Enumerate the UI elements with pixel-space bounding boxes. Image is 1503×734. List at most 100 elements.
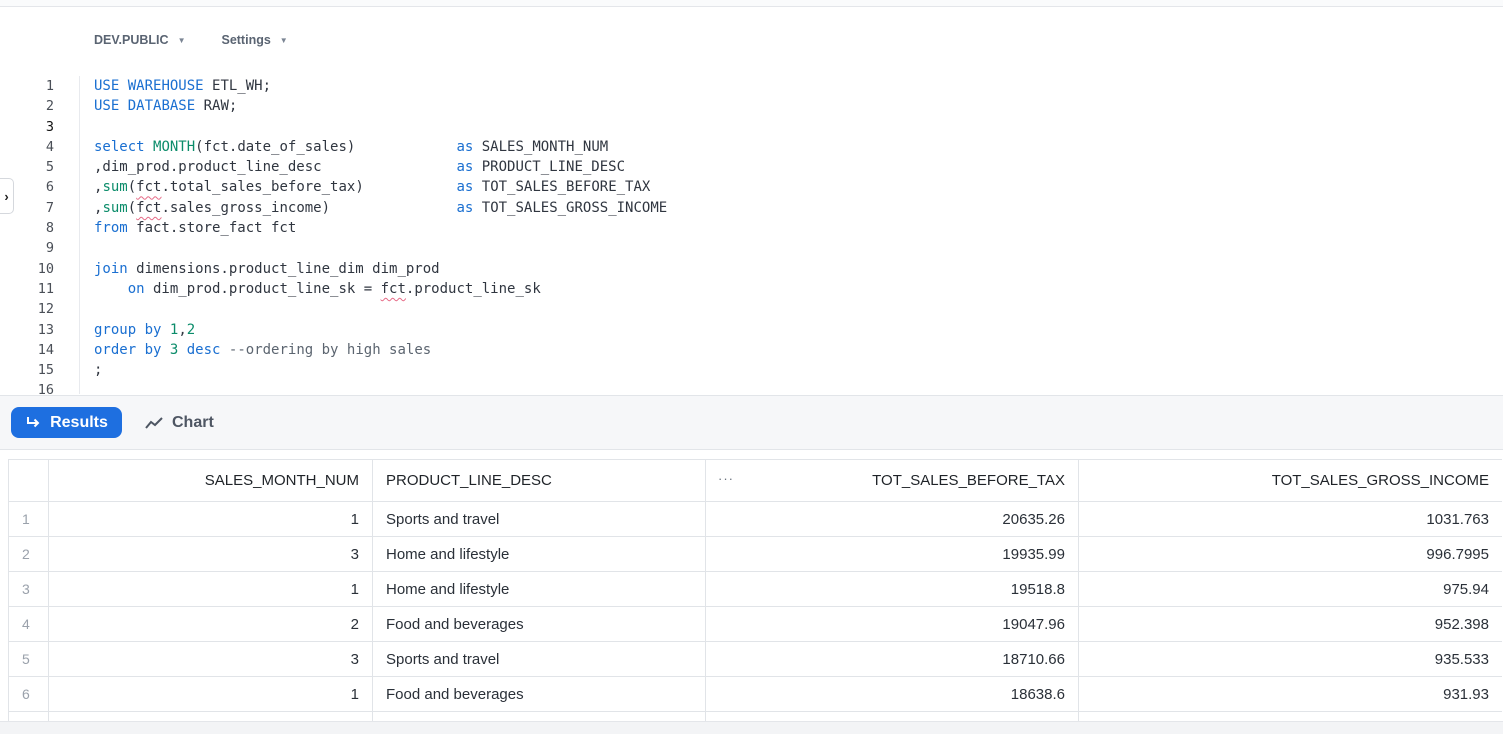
code-token: TOT_SALES_GROSS_INCOME	[473, 199, 668, 216]
chevron-right-icon: ›	[4, 188, 9, 204]
more-options-icon[interactable]: ···	[718, 471, 734, 486]
code-token: fct	[136, 199, 162, 216]
code-token: dim_prod.product_line_sk =	[144, 280, 381, 297]
line-number: 13	[37, 321, 54, 338]
cell-month[interactable]: 1	[48, 501, 373, 537]
cell-before[interactable]: 19518.8	[705, 571, 1079, 607]
code-line[interactable]	[94, 117, 667, 137]
cell-desc[interactable]: Sports and travel	[372, 641, 706, 677]
cell-income[interactable]: 996.7995	[1078, 536, 1502, 572]
cell-month[interactable]: 3	[48, 641, 373, 677]
cell-income[interactable]: 931.93	[1078, 676, 1502, 712]
column-header-sales-month-num[interactable]: SALES_MONTH_NUM	[48, 459, 373, 502]
sql-editor[interactable]: 1 2 3 4 5 6 7 8 9 10 11 12 13 14 15 16 USE WAREHOUSE ET…	[0, 76, 1503, 394]
code-line[interactable]: group by 1,2	[94, 320, 667, 340]
code-token: sum	[102, 179, 128, 196]
line-number: 8	[45, 220, 54, 237]
code-area[interactable]: USE WAREHOUSE ETL_WH; USE DATABASE RAW; s…	[94, 76, 667, 394]
code-line[interactable]	[94, 299, 667, 319]
cell-income[interactable]: 935.533	[1078, 641, 1502, 677]
table-row[interactable]: 2 3 Home and lifestyle 19935.99 996.7995	[8, 536, 1502, 572]
cell-desc[interactable]: Home and lifestyle	[372, 536, 706, 572]
code-token: ,dim_prod.product_line_desc	[94, 159, 457, 176]
row-index-header	[8, 459, 49, 502]
tab-results[interactable]: Results	[11, 407, 122, 438]
code-token: .sales_gross_income)	[161, 199, 457, 216]
settings-label: Settings	[221, 33, 271, 47]
code-token: join	[94, 260, 128, 277]
column-header-tot-sales-before-tax[interactable]: ··· TOT_SALES_BEFORE_TAX	[705, 459, 1079, 502]
cell-before[interactable]: 18710.66	[705, 641, 1079, 677]
column-header-product-line-desc[interactable]: PRODUCT_LINE_DESC	[372, 459, 706, 502]
code-token: PRODUCT_LINE_DESC	[473, 159, 626, 176]
cell-income[interactable]: 1031.763	[1078, 501, 1502, 537]
gutter-divider	[79, 76, 80, 394]
column-header-tot-sales-gross-income[interactable]: TOT_SALES_GROSS_INCOME	[1078, 459, 1502, 502]
cell-income[interactable]: 975.94	[1078, 571, 1502, 607]
code-line[interactable]: from fact.store_fact fct	[94, 218, 667, 238]
bottom-strip	[0, 721, 1503, 734]
return-arrow-icon	[27, 416, 40, 427]
code-token: as	[456, 159, 474, 176]
cell-before[interactable]: 19935.99	[705, 536, 1079, 572]
cell-income[interactable]: 952.398	[1078, 606, 1502, 642]
tab-chart[interactable]: Chart	[145, 407, 214, 438]
table-row[interactable]: 71Fashion accessories18423.92921.196	[8, 711, 1502, 721]
table-row[interactable]: 1 1 Sports and travel 20635.26 1031.763	[8, 501, 1502, 537]
cell-before[interactable]: 18423.92	[705, 711, 1079, 721]
settings-dropdown[interactable]: Settings ▼	[221, 33, 287, 47]
table-row[interactable]: 3 1 Home and lifestyle 19518.8 975.94	[8, 571, 1502, 607]
code-token: on	[127, 280, 145, 297]
line-number: 12	[37, 301, 54, 318]
cell-desc[interactable]: Fashion accessories	[372, 711, 706, 721]
code-token: as	[456, 179, 474, 196]
code-line[interactable]: USE DATABASE RAW;	[94, 96, 667, 116]
cell-desc[interactable]: Sports and travel	[372, 501, 706, 537]
code-line[interactable]	[94, 380, 667, 394]
cell-desc[interactable]: Food and beverages	[372, 606, 706, 642]
code-line[interactable]: order by 3 desc --ordering by high sales	[94, 340, 667, 360]
database-schema-selector[interactable]: DEV.PUBLIC ▼	[94, 33, 185, 47]
code-line[interactable]: ,dim_prod.product_line_desc as PRODUCT_L…	[94, 157, 667, 177]
expand-sidebar-button[interactable]: ›	[0, 178, 14, 214]
code-token: --ordering by high sales	[228, 341, 432, 358]
code-line[interactable]: on dim_prod.product_line_sk = fct.produc…	[94, 279, 667, 299]
cell-month[interactable]: 3	[48, 536, 373, 572]
code-token: order by	[94, 341, 162, 358]
code-token: sum	[102, 199, 128, 216]
table-row[interactable]: 5 3 Sports and travel 18710.66 935.533	[8, 641, 1502, 677]
code-line[interactable]: USE WAREHOUSE ETL_WH;	[94, 76, 667, 96]
cell-month[interactable]: 1	[48, 571, 373, 607]
code-line[interactable]: ,sum(fct.sales_gross_income) as TOT_SALE…	[94, 198, 667, 218]
line-number: 15	[37, 362, 54, 379]
cell-before[interactable]: 18638.6	[705, 676, 1079, 712]
table-row[interactable]: 4 2 Food and beverages 19047.96 952.398	[8, 606, 1502, 642]
cell-month[interactable]: 2	[48, 606, 373, 642]
code-token: ,	[178, 321, 187, 338]
code-token: ;	[94, 362, 103, 379]
cell-desc[interactable]: Food and beverages	[372, 676, 706, 712]
cell-desc[interactable]: Home and lifestyle	[372, 571, 706, 607]
line-number: 4	[45, 138, 54, 155]
code-token: SALES_MONTH_NUM	[473, 138, 609, 155]
code-line[interactable]	[94, 238, 667, 258]
context-bar: DEV.PUBLIC ▼ Settings ▼	[94, 30, 288, 50]
code-line[interactable]: join dimensions.product_line_dim dim_pro…	[94, 259, 667, 279]
grid-body: 1 1 Sports and travel 20635.26 1031.763 2 3 Hom…	[8, 501, 1502, 721]
line-number: 16	[37, 382, 54, 394]
code-line[interactable]: ,sum(fct.total_sales_before_tax) as TOT_…	[94, 177, 667, 197]
tab-results-label: Results	[50, 413, 108, 431]
table-row[interactable]: 6 1 Food and beverages 18638.6 931.93	[8, 676, 1502, 712]
cell-before[interactable]: 19047.96	[705, 606, 1079, 642]
cell-income[interactable]: 921.196	[1078, 711, 1502, 721]
cell-before[interactable]: 20635.26	[705, 501, 1079, 537]
code-line[interactable]: select MONTH(fct.date_of_sales) as SALES…	[94, 137, 667, 157]
cell-month[interactable]: 1	[48, 676, 373, 712]
code-line[interactable]: ;	[94, 360, 667, 380]
line-number: 3	[45, 118, 54, 135]
cell-month[interactable]: 1	[48, 711, 373, 721]
